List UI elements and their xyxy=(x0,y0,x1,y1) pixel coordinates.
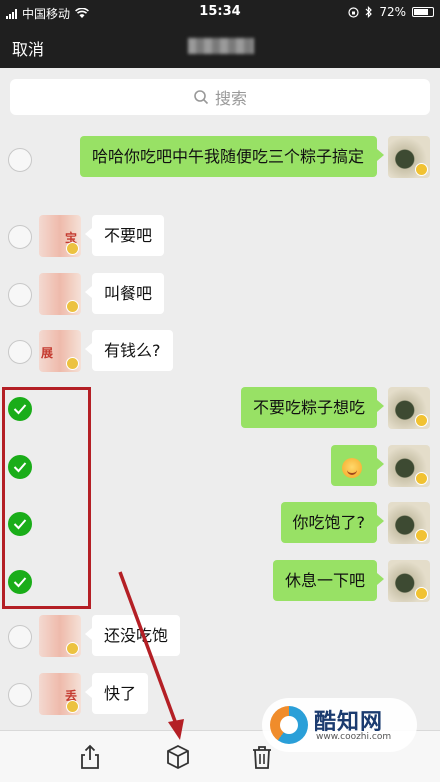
battery-percent: 72% xyxy=(379,5,406,19)
avatar: 展 xyxy=(39,330,81,372)
favorite-box-button[interactable] xyxy=(164,743,192,771)
select-checkbox[interactable] xyxy=(8,283,32,307)
watermark-site: www.coozhi.com xyxy=(316,732,392,742)
message-row[interactable]: 展 有钱么? xyxy=(0,330,440,372)
select-checkbox[interactable] xyxy=(8,148,32,172)
share-icon xyxy=(81,744,99,769)
delete-button[interactable] xyxy=(248,743,276,771)
avatar-mark: 展 xyxy=(41,346,54,360)
message-bubble: 休息一下吧 xyxy=(272,560,385,601)
message-bubble: 不要吧 xyxy=(84,215,165,256)
grin-emoji-icon xyxy=(342,457,362,478)
message-bubble: 叫餐吧 xyxy=(84,273,165,314)
avatar-mark: 宝 xyxy=(64,231,77,245)
battery-icon xyxy=(412,7,434,17)
message-bubble: 你吃饱了? xyxy=(280,502,384,543)
site-watermark: 酷知网 www.coozhi.com xyxy=(262,698,417,752)
message-bubble: 哈哈你吃吧中午我随便吃三个粽子搞定 xyxy=(80,136,384,177)
avatar xyxy=(39,273,81,315)
box-icon xyxy=(167,744,189,770)
status-bar: 中国移动 15:34 72% xyxy=(0,0,440,24)
search-icon xyxy=(194,90,209,105)
message-bubble: 不要吃粽子想吃 xyxy=(240,387,385,428)
nav-bar: 取消 xyxy=(0,24,440,68)
search-placeholder: 搜索 xyxy=(214,89,247,108)
message-row[interactable]: 叫餐吧 xyxy=(0,273,440,315)
avatar xyxy=(388,560,430,602)
trash-icon xyxy=(253,746,271,769)
avatar xyxy=(388,502,430,544)
select-checkbox[interactable] xyxy=(8,625,32,649)
avatar xyxy=(388,387,430,429)
message-bubble xyxy=(331,445,384,486)
search-input[interactable]: 搜索 xyxy=(10,79,430,115)
message-row[interactable]: 宝 不要吧 xyxy=(0,215,440,257)
avatar xyxy=(388,136,430,178)
selection-highlight-box xyxy=(2,387,91,609)
avatar-mark: 丢 xyxy=(64,689,77,703)
chat-title-blurred xyxy=(188,38,254,54)
avatar: 宝 xyxy=(39,215,81,257)
avatar xyxy=(388,445,430,487)
message-bubble: 快了 xyxy=(84,673,149,714)
bluetooth-icon xyxy=(365,6,373,18)
cancel-button[interactable]: 取消 xyxy=(12,36,44,60)
share-button[interactable] xyxy=(76,743,104,771)
message-row[interactable]: 哈哈你吃吧中午我随便吃三个粽子搞定 xyxy=(0,136,440,198)
select-checkbox[interactable] xyxy=(8,340,32,364)
orientation-lock-icon xyxy=(348,6,359,18)
select-checkbox[interactable] xyxy=(8,225,32,249)
avatar: 丢 xyxy=(39,673,81,715)
message-bubble: 还没吃饱 xyxy=(84,615,181,656)
site-logo-icon xyxy=(270,706,308,744)
message-row[interactable]: 还没吃饱 xyxy=(0,615,440,657)
avatar xyxy=(39,615,81,657)
select-checkbox[interactable] xyxy=(8,683,32,707)
message-bubble: 有钱么? xyxy=(85,330,173,371)
